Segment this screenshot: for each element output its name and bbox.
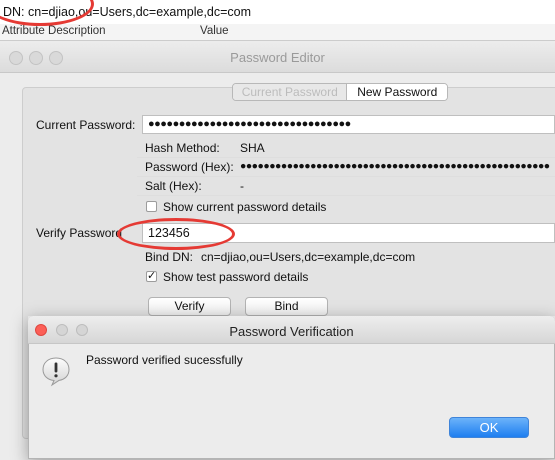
dialog-title: Password Verification [229, 324, 354, 339]
hash-method-value: SHA [240, 141, 265, 155]
ok-button[interactable]: OK [449, 417, 529, 438]
hash-method-label: Hash Method: [145, 141, 220, 155]
password-hex-value: ●●●●●●●●●●●●●●●●●●●●●●●●●●●●●●●●●●●●●●●●… [240, 160, 550, 172]
salt-hex-value: - [240, 179, 244, 193]
bind-dn-value: cn=djiao,ou=Users,dc=example,dc=com [201, 250, 416, 264]
column-attribute-description[interactable]: Attribute Description [2, 25, 106, 37]
dialog-message: Password verified sucessfully [86, 353, 243, 367]
annotation-ellipse-verify-password [117, 218, 235, 250]
detail-row-hash-method: Hash Method: SHA [137, 138, 555, 158]
current-password-value: ●●●●●●●●●●●●●●●●●●●●●●●●●●●●●●●●● [148, 118, 351, 130]
password-hex-label: Password (Hex): [145, 160, 234, 174]
bind-button[interactable]: Bind [245, 297, 328, 316]
show-current-details-label: Show current password details [163, 200, 327, 214]
column-value[interactable]: Value [200, 25, 229, 37]
current-password-label: Current Password: [36, 118, 136, 132]
verify-button[interactable]: Verify [148, 297, 231, 316]
detail-row-salt-hex: Salt (Hex): - [137, 176, 555, 196]
alert-icon [40, 355, 72, 387]
tab-current-password[interactable]: Current Password [233, 84, 348, 100]
current-password-field[interactable]: ●●●●●●●●●●●●●●●●●●●●●●●●●●●●●●●●● [142, 115, 555, 134]
salt-hex-label: Salt (Hex): [145, 179, 202, 193]
show-test-details-checkbox[interactable] [146, 269, 157, 282]
tab-control: Current Password New Password [232, 83, 448, 101]
show-test-details-label: Show test password details [163, 270, 309, 284]
show-current-details-checkbox[interactable] [146, 201, 157, 212]
detail-row-password-hex: Password (Hex): ●●●●●●●●●●●●●●●●●●●●●●●●… [137, 157, 555, 177]
bind-dn-label: Bind DN: [145, 250, 194, 264]
verify-password-label: Verify Password [36, 226, 123, 240]
editor-title: Password Editor [230, 50, 325, 65]
tab-new-password[interactable]: New Password [347, 84, 447, 100]
